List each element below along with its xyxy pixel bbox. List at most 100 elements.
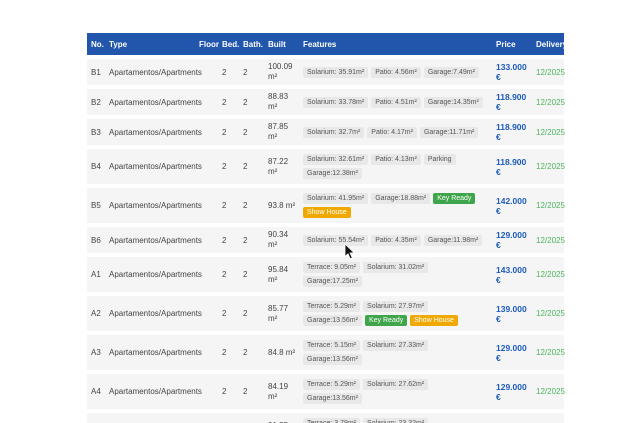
- unit-built-area: 84.8 m²: [264, 348, 299, 358]
- unit-bathrooms: 2: [239, 387, 264, 396]
- unit-bedrooms: 2: [218, 128, 239, 137]
- column-header-no: No.: [87, 40, 105, 49]
- table-row[interactable]: A4 Apartamentos/Apartments 2 2 84.19 m² …: [87, 374, 564, 409]
- table-row[interactable]: B4 Apartamentos/Apartments 2 2 87.22 m² …: [87, 149, 564, 184]
- feature-badge: Garage:17.25m²: [303, 276, 362, 287]
- unit-features: Solarium: 55.54m²Patio: 4.35m²Garage:11.…: [299, 233, 492, 248]
- unit-bedrooms: 2: [218, 236, 239, 245]
- unit-bedrooms: 2: [218, 98, 239, 107]
- unit-type: Apartamentos/Apartments: [105, 98, 195, 107]
- feature-badge: Garage:11.71m²: [420, 127, 478, 138]
- unit-type: Apartamentos/Apartments: [105, 348, 195, 357]
- unit-bathrooms: 2: [239, 201, 264, 210]
- unit-price: 133.000 €: [492, 62, 532, 82]
- feature-badge: Patio: 4.35m²: [371, 235, 421, 246]
- unit-features: Terrace: 5.15m²Solarium: 27.33m²Garage:1…: [299, 338, 492, 367]
- unit-built-area: 95.84 m²: [264, 265, 299, 285]
- unit-features: Terrace: 5.29m²Solarium: 27.62m²Garage:1…: [299, 377, 492, 406]
- unit-number: A3: [87, 348, 105, 357]
- feature-badge: Garage:13.56m²: [303, 393, 362, 404]
- page: No. Type Floor Bed. Bath. Built Features…: [0, 0, 630, 423]
- column-header-built: Built: [264, 40, 299, 49]
- feature-badge: Parking: [424, 154, 456, 165]
- feature-badge: Solarium: 27.97m²: [363, 301, 428, 312]
- unit-bathrooms: 2: [239, 68, 264, 77]
- unit-bedrooms: 2: [218, 162, 239, 171]
- table-row[interactable]: B1 Apartamentos/Apartments 2 2 100.09 m²…: [87, 59, 564, 85]
- unit-bathrooms: 2: [239, 309, 264, 318]
- unit-bedrooms: 2: [218, 309, 239, 318]
- unit-features: Solarium: 32.61m²Patio: 4.13m²ParkingGar…: [299, 152, 492, 181]
- feature-badge: Patio: 4.51m²: [371, 97, 421, 108]
- feature-badge: Terrace: 5.29m²: [303, 301, 360, 312]
- unit-features: Terrace: 5.29m²Solarium: 27.97m²Garage:1…: [299, 299, 492, 328]
- unit-type: Apartamentos/Apartments: [105, 236, 195, 245]
- price-amount: 129.000: [496, 382, 532, 392]
- unit-bathrooms: 2: [239, 128, 264, 137]
- unit-number: B6: [87, 236, 105, 245]
- table-row[interactable]: B5 Apartamentos/Apartments 2 2 93.8 m² S…: [87, 188, 564, 223]
- unit-type: Apartamentos/Apartments: [105, 68, 195, 77]
- feature-badge: Solarium: 27.62m²: [363, 379, 428, 390]
- table-row[interactable]: B6 Apartamentos/Apartments 2 2 90.34 m² …: [87, 227, 564, 253]
- unit-features: Solarium: 41.95m²Garage:18.88m²Key Ready…: [299, 191, 492, 220]
- unit-built-area: 88.83 m²: [264, 92, 299, 112]
- feature-badge: Solarium: 27.33m²: [363, 340, 428, 351]
- table-row[interactable]: A3 Apartamentos/Apartments 2 2 84.8 m² T…: [87, 335, 564, 370]
- price-amount: 118.900: [496, 157, 532, 167]
- feature-badge: Solarium: 35.91m²: [303, 67, 368, 78]
- column-header-features: Features: [299, 38, 492, 51]
- table-body: B1 Apartamentos/Apartments 2 2 100.09 m²…: [87, 59, 564, 423]
- unit-number: B4: [87, 162, 105, 171]
- unit-features: Solarium: 33.78m²Patio: 4.51m²Garage:14.…: [299, 95, 492, 110]
- unit-delivery-date: 12/2025: [532, 128, 564, 137]
- column-header-type: Type: [105, 40, 195, 49]
- table-row[interactable]: A5 Apartamentos/Apartments 2 2 91.25 m² …: [87, 413, 564, 423]
- unit-price: 118.900 €: [492, 122, 532, 142]
- column-header-floor: Floor: [195, 40, 218, 49]
- unit-built-area: 87.22 m²: [264, 157, 299, 177]
- feature-badge: Terrace: 5.15m²: [303, 340, 360, 351]
- unit-features: Solarium: 35.91m²Patio: 4.56m²Garage:7.4…: [299, 65, 492, 80]
- feature-badge: Solarium: 41.95m²: [303, 193, 368, 204]
- key-ready-badge: Key Ready: [365, 315, 407, 326]
- currency-symbol: €: [496, 167, 532, 177]
- unit-features: Terrace: 3.79m²Solarium: 23.32m²Garage:1…: [299, 416, 492, 423]
- table-row[interactable]: B2 Apartamentos/Apartments 2 2 88.83 m² …: [87, 89, 564, 115]
- unit-bathrooms: 2: [239, 98, 264, 107]
- unit-price: 129.000 €: [492, 343, 532, 363]
- currency-symbol: €: [496, 72, 532, 82]
- unit-type: Apartamentos/Apartments: [105, 270, 195, 279]
- currency-symbol: €: [496, 240, 532, 250]
- table-row[interactable]: A2 Apartamentos/Apartments 2 2 85.77 m² …: [87, 296, 564, 331]
- unit-built-area: 90.34 m²: [264, 230, 299, 250]
- feature-badge: Garage:13.56m²: [303, 354, 362, 365]
- currency-symbol: €: [496, 132, 532, 142]
- unit-delivery-date: 12/2025: [532, 387, 564, 396]
- column-header-price: Price: [492, 40, 532, 49]
- table-row[interactable]: B3 Apartamentos/Apartments 2 2 87.85 m² …: [87, 119, 564, 145]
- price-amount: 139.000: [496, 304, 532, 314]
- feature-badge: Terrace: 9.05m²: [303, 262, 360, 273]
- unit-bedrooms: 2: [218, 387, 239, 396]
- currency-symbol: €: [496, 102, 532, 112]
- feature-badge: Patio: 4.13m²: [371, 154, 421, 165]
- feature-badge: Solarium: 23.32m²: [363, 418, 428, 423]
- column-header-delivery: Delivery: [532, 40, 564, 49]
- unit-built-area: 87.85 m²: [264, 122, 299, 142]
- feature-badge: Solarium: 32.61m²: [303, 154, 368, 165]
- unit-delivery-date: 12/2025: [532, 68, 564, 77]
- feature-badge: Patio: 4.56m²: [371, 67, 421, 78]
- feature-badge: Garage:11.98m²: [424, 235, 482, 246]
- table-row[interactable]: A1 Apartamentos/Apartments 2 2 95.84 m² …: [87, 257, 564, 292]
- feature-badge: Garage:13.56m²: [303, 315, 362, 326]
- unit-number: A4: [87, 387, 105, 396]
- unit-number: B5: [87, 201, 105, 210]
- unit-delivery-date: 12/2025: [532, 236, 564, 245]
- unit-built-area: 100.09 m²: [264, 62, 299, 82]
- unit-price: 118.900 €: [492, 157, 532, 177]
- unit-delivery-date: 12/2025: [532, 162, 564, 171]
- show-house-badge: Show House: [410, 315, 458, 326]
- feature-badge: Garage:14.35m²: [424, 97, 483, 108]
- unit-number: B3: [87, 128, 105, 137]
